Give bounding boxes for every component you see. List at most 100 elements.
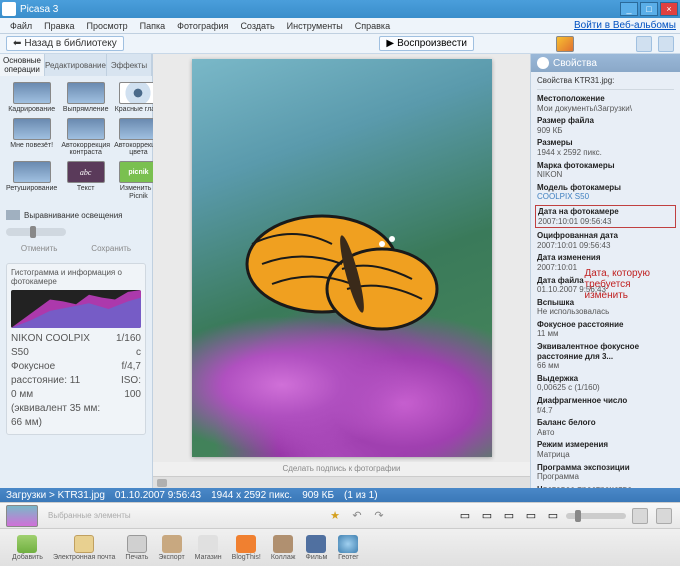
action-Геотег[interactable]: Геотег: [333, 535, 363, 561]
tab-effects[interactable]: Эффекты: [107, 54, 152, 76]
prop-row: Режим измеренияМатрица: [537, 440, 674, 459]
properties-panel: Свойства Свойства KTR31.jpg: Местоположе…: [530, 54, 680, 488]
statusbar: Загрузки > KTR31.jpg 01.10.2007 9:56:43 …: [0, 488, 680, 502]
tool-7[interactable]: abcТекст: [61, 161, 110, 200]
action-Коллаж[interactable]: Коллаж: [267, 535, 300, 561]
prop-label: Дата изменения: [537, 253, 674, 263]
star-icon[interactable]: ★: [326, 507, 344, 525]
action-Фильм[interactable]: Фильм: [301, 535, 331, 561]
menu-edit[interactable]: Правка: [38, 21, 80, 31]
menu-file[interactable]: Файл: [4, 21, 38, 31]
tray-thumb[interactable]: [6, 505, 38, 527]
rotate-left-icon[interactable]: ↶: [348, 507, 366, 525]
prop-row: Дата изменения2007:10:01: [537, 253, 674, 272]
login-link[interactable]: Войти в Веб-альбомы: [574, 20, 676, 31]
prop-label: Размеры: [537, 138, 674, 148]
back-button[interactable]: ⬅ Назад в библиотеку: [6, 36, 124, 51]
status-path: Загрузки > KTR31.jpg: [6, 490, 105, 501]
fill-light-slider[interactable]: [6, 228, 66, 236]
prop-row: Цветовое пространствоsRGB: [537, 485, 674, 488]
action-BlogThis![interactable]: BlogThis!: [228, 535, 265, 561]
action-Магазин[interactable]: Магазин: [191, 535, 226, 561]
menu-folder[interactable]: Папка: [134, 21, 172, 31]
menu-help[interactable]: Справка: [349, 21, 396, 31]
maximize-button[interactable]: □: [640, 2, 658, 16]
play-icon: ▶: [386, 38, 394, 49]
properties-file: Свойства KTR31.jpg:: [537, 76, 674, 90]
fill-light-label: Выравнивание освещения: [24, 211, 146, 220]
prop-value: 2007:10:01 09:56:43: [537, 241, 674, 251]
back-label: Назад в библиотеку: [24, 38, 116, 49]
tag-icon[interactable]: [658, 36, 674, 52]
tool-icon: [67, 82, 105, 104]
rotate-right-icon[interactable]: ↷: [370, 507, 388, 525]
prop-value: NIKON: [537, 170, 674, 180]
selected-label: Выбранные элементы: [48, 511, 322, 520]
zoom-fit-icon[interactable]: [632, 508, 648, 524]
tool-label: Кадрирование: [8, 106, 55, 114]
undo-button[interactable]: Отменить: [21, 244, 58, 253]
menu-create[interactable]: Создать: [234, 21, 280, 31]
status-dim: 1944 x 2592 пикс.: [211, 490, 292, 501]
tab-tuning[interactable]: Редактирование: [45, 54, 107, 76]
view2-icon[interactable]: ▭: [478, 507, 496, 525]
pin-icon[interactable]: [636, 36, 652, 52]
menu-photo[interactable]: Фотография: [171, 21, 234, 31]
tool-label: Выпрямление: [63, 106, 109, 114]
prop-value: 2007:10:01 09:56:43: [538, 217, 673, 227]
tray-bar: Выбранные элементы ★ ↶ ↷ ▭ ▭ ▭ ▭ ▭: [0, 502, 680, 528]
view3-icon[interactable]: ▭: [500, 507, 518, 525]
tool-1[interactable]: Выпрямление: [61, 82, 110, 114]
focal-info: Фокусное расстояние: 11: [11, 360, 109, 388]
tool-label: Ретуширование: [6, 185, 57, 193]
prop-label: Размер файла: [537, 116, 674, 126]
action-Электронная почта[interactable]: Электронная почта: [49, 535, 119, 561]
prop-row: Размеры1944 x 2592 пикс.: [537, 138, 674, 157]
arrow-left-icon: ⬅: [13, 38, 21, 49]
action-icon: [273, 535, 293, 553]
action-Печать[interactable]: Печать: [121, 535, 152, 561]
action-label: Магазин: [195, 554, 222, 561]
tool-6[interactable]: Ретуширование: [6, 161, 57, 200]
iso-info: ISO: 100: [109, 374, 141, 402]
close-button[interactable]: ×: [660, 2, 678, 16]
play-button[interactable]: ▶ Воспроизвести: [379, 36, 474, 51]
action-icon: [74, 535, 94, 553]
properties-header: Свойства: [531, 54, 680, 72]
tool-4[interactable]: Автокоррекция контраста: [61, 118, 110, 157]
prop-row: Марка фотокамерыNIKON: [537, 161, 674, 180]
prop-row: Диафрагменное числоf/4.7: [537, 396, 674, 415]
play-label: Воспроизвести: [397, 38, 467, 49]
zoom-slider[interactable]: [566, 513, 626, 519]
filmstrip-scrollbar[interactable]: [153, 476, 530, 488]
action-label: Электронная почта: [53, 554, 115, 561]
tool-icon: [13, 161, 51, 183]
menu-tools[interactable]: Инструменты: [281, 21, 349, 31]
prop-value: 909 КБ: [537, 126, 674, 136]
zoom-100-icon[interactable]: [656, 508, 672, 524]
view1-icon[interactable]: ▭: [456, 507, 474, 525]
tool-0[interactable]: Кадрирование: [6, 82, 57, 114]
action-Экспорт[interactable]: Экспорт: [154, 535, 188, 561]
prop-value: Матрица: [537, 450, 674, 460]
main-image[interactable]: [192, 59, 492, 457]
prop-value: Авто: [537, 428, 674, 438]
tool-icon: [119, 118, 157, 140]
properties-list[interactable]: Свойства KTR31.jpg: МестоположениеМои до…: [531, 72, 680, 488]
view4-icon[interactable]: ▭: [522, 507, 540, 525]
minimize-button[interactable]: _: [620, 2, 638, 16]
action-Добавить[interactable]: Добавить: [8, 535, 47, 561]
action-label: Геотег: [338, 554, 359, 561]
camera-model: NIKON COOLPIX S50: [11, 332, 109, 360]
save-button[interactable]: Сохранить: [91, 244, 131, 253]
tab-basic[interactable]: Основные операции: [0, 54, 45, 76]
tool-icon: abc: [67, 161, 105, 183]
tool-3[interactable]: Мне повезёт!: [6, 118, 57, 157]
tool-icon: [119, 82, 157, 104]
prop-label: Фокусное расстояние: [537, 320, 674, 330]
caption-input[interactable]: Сделать подпись к фотографии: [153, 462, 530, 476]
focal-mm: 0 мм: [11, 388, 109, 402]
prop-label: Выдержка: [537, 374, 674, 384]
menu-view[interactable]: Просмотр: [81, 21, 134, 31]
view5-icon[interactable]: ▭: [544, 507, 562, 525]
